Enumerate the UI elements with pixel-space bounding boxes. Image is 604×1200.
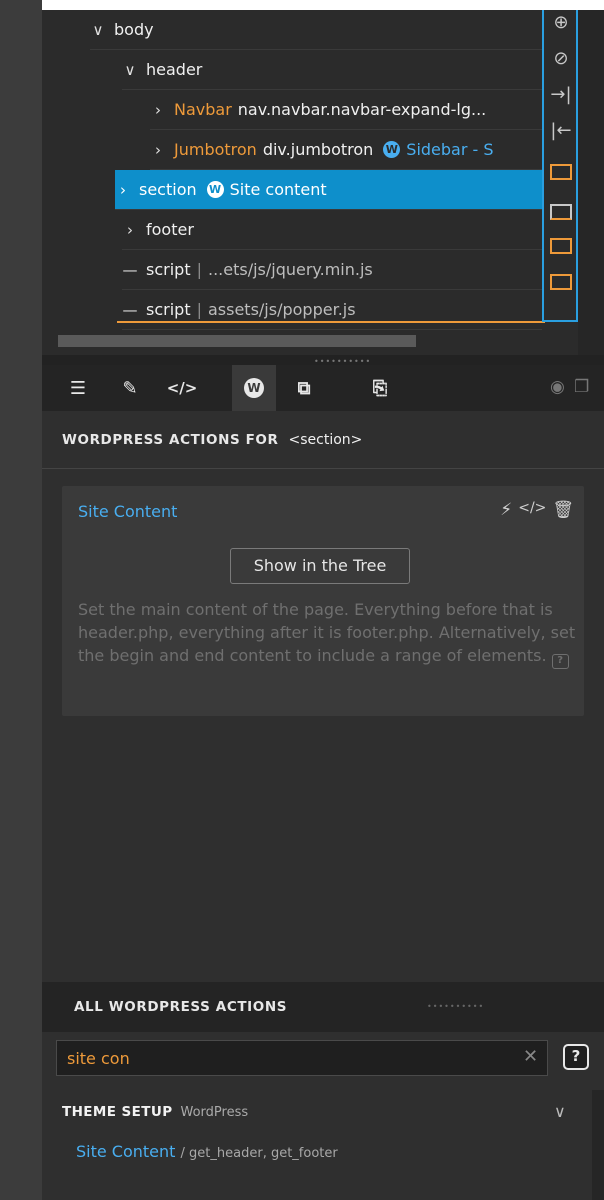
- style-brush-icon[interactable]: ✎: [108, 365, 152, 411]
- tree-tag: header: [146, 60, 203, 79]
- dash-icon: —: [122, 300, 138, 319]
- horizontal-scrollbar[interactable]: [58, 335, 416, 347]
- top-strip: [42, 0, 604, 10]
- prepend-icon[interactable]: [550, 238, 572, 254]
- clear-icon[interactable]: ✕: [523, 1046, 538, 1067]
- wordpress-tab-icon[interactable]: W: [232, 365, 276, 411]
- wordpress-icon: W: [383, 141, 401, 158]
- tree-row-body[interactable]: ∨ body: [90, 10, 542, 50]
- dash-icon: —: [122, 260, 138, 279]
- group-title: THEME SETUP: [62, 1104, 173, 1120]
- tree-tag: nav.navbar.navbar-expand-lg...: [237, 100, 487, 119]
- chevron-right-icon[interactable]: ›: [150, 141, 166, 159]
- separator: |: [196, 260, 202, 279]
- action-hooks: / get_header, get_footer: [180, 1146, 338, 1161]
- magic-wand-icon[interactable]: ⚡: [500, 500, 512, 520]
- drop-indicator: [117, 321, 545, 323]
- indent-right-icon[interactable]: →|: [548, 82, 574, 108]
- tree-tag: script: [146, 260, 191, 279]
- window-icon[interactable]: ❐: [574, 377, 589, 397]
- indent-left-icon[interactable]: |←: [548, 118, 574, 144]
- hide-icon[interactable]: ⊘: [548, 46, 574, 72]
- chevron-right-icon[interactable]: ›: [115, 181, 131, 199]
- group-subtitle: WordPress: [180, 1104, 249, 1120]
- code-icon[interactable]: </>: [518, 500, 546, 520]
- section-title: ALL WORDPRESS ACTIONS: [74, 999, 288, 1015]
- properties-icon[interactable]: ☰: [56, 365, 100, 411]
- action-description-text: Set the main content of the page. Everyt…: [78, 600, 576, 665]
- chevron-down-icon[interactable]: ∨: [554, 1102, 566, 1121]
- action-group-header[interactable]: THEME SETUP WordPress ∨: [42, 1090, 604, 1134]
- action-list-item[interactable]: Site Content / get_header, get_footer: [76, 1142, 338, 1161]
- action-search-input[interactable]: [56, 1040, 548, 1076]
- tree-tag: section: [139, 180, 197, 199]
- left-gutter: [0, 0, 42, 1200]
- tree-tools: ⊕ ⊘ →| |←: [542, 10, 578, 322]
- insert-before-icon[interactable]: [550, 164, 572, 180]
- separator: |: [196, 300, 202, 319]
- wp-actions-header: WORDPRESS ACTIONS FOR <section>: [42, 411, 604, 469]
- tree-component-name: Jumbotron: [174, 140, 257, 159]
- trash-icon[interactable]: 🗑: [552, 500, 574, 520]
- tree-tag: script: [146, 300, 191, 319]
- chevron-right-icon[interactable]: ›: [150, 101, 166, 119]
- tree-row-script[interactable]: — script | ...ets/js/jquery.min.js: [122, 250, 542, 290]
- selected-element-tag: <section>: [288, 431, 363, 448]
- section-title: WORDPRESS ACTIONS FOR: [62, 431, 279, 448]
- wordpress-icon: W: [206, 181, 224, 198]
- all-wp-actions-header: ALL WORDPRESS ACTIONS ••••••••••: [42, 982, 604, 1032]
- help-icon[interactable]: ?: [563, 1044, 589, 1070]
- insert-icon[interactable]: ⊕: [548, 10, 574, 36]
- tree-wp-action: Sidebar - S: [406, 140, 494, 159]
- insert-after-icon[interactable]: [550, 204, 572, 220]
- tree-row-jumbotron[interactable]: › Jumbotron div.jumbotron W Sidebar - S: [150, 130, 542, 170]
- show-in-tree-button[interactable]: Show in the Tree: [230, 548, 410, 584]
- tree-script-path: assets/js/popper.js: [207, 300, 356, 319]
- tree-wp-action: Site content: [229, 180, 327, 199]
- action-name[interactable]: Site Content: [76, 1142, 175, 1161]
- export-icon[interactable]: ⎘: [358, 365, 402, 411]
- eye-icon[interactable]: ◉: [550, 377, 565, 397]
- tree-tag: div.jumbotron: [262, 140, 374, 159]
- tree-row-script[interactable]: — script | assets/js/popper.js: [122, 290, 542, 330]
- search-row: ✕ ?: [56, 1040, 596, 1076]
- tree-tag: footer: [146, 220, 194, 239]
- chevron-down-icon[interactable]: ∨: [90, 21, 106, 39]
- help-icon[interactable]: ?: [551, 654, 569, 669]
- panel-splitter[interactable]: ••••••••••: [42, 355, 604, 366]
- tree-script-path: ...ets/js/jquery.min.js: [207, 260, 373, 279]
- panel-toolbar: ☰ ✎ </> W ⧉ ⎘ ◉ ❐: [42, 365, 604, 411]
- tree-row-navbar[interactable]: › Navbar nav.navbar.navbar-expand-lg...: [150, 90, 542, 130]
- action-card-title[interactable]: Site Content: [78, 502, 177, 521]
- action-description: Set the main content of the page. Everyt…: [78, 598, 578, 669]
- code-icon[interactable]: </>: [160, 365, 204, 411]
- element-tree: ∨ body ∨ header › Navbar nav.navbar.navb…: [42, 10, 604, 355]
- main-panel: ∨ body ∨ header › Navbar nav.navbar.navb…: [42, 10, 604, 1200]
- components-icon[interactable]: ⧉: [282, 365, 326, 411]
- chevron-right-icon[interactable]: ›: [122, 221, 138, 239]
- tree-row-header[interactable]: ∨ header: [122, 50, 542, 90]
- vertical-scrollbar[interactable]: [592, 1090, 604, 1200]
- append-icon[interactable]: [550, 274, 572, 290]
- card-actions: ⚡ </> 🗑: [500, 500, 574, 520]
- tree-tag: body: [114, 20, 154, 39]
- action-card: Site Content ⚡ </> 🗑 Show in the Tree Se…: [62, 486, 584, 716]
- tree-scroll-track: [578, 10, 604, 355]
- tree-component-name: Navbar: [174, 100, 232, 119]
- chevron-down-icon[interactable]: ∨: [122, 61, 138, 79]
- tree-row-footer[interactable]: › footer: [122, 210, 542, 250]
- tree-row-section[interactable]: › section W Site content: [115, 170, 542, 210]
